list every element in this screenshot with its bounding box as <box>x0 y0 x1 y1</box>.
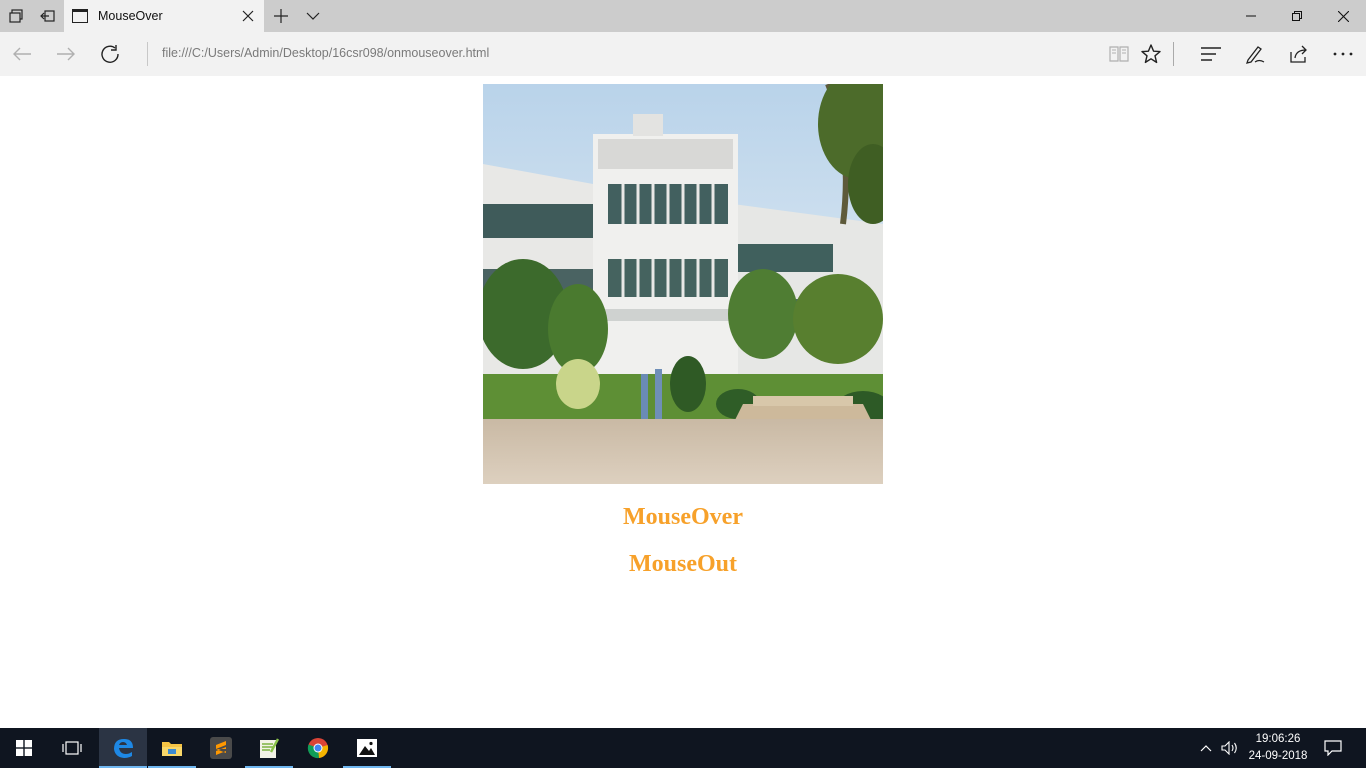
notepad-plus-icon <box>260 738 280 758</box>
page-icon <box>72 9 88 23</box>
share-button[interactable] <box>1277 32 1321 76</box>
taskbar-edge[interactable] <box>99 728 147 768</box>
taskbar-file-explorer[interactable] <box>148 728 196 768</box>
tabs-aside-icon <box>40 10 55 22</box>
toolbar-divider <box>1173 42 1174 66</box>
web-note-button[interactable] <box>1233 32 1277 76</box>
new-tab-button[interactable] <box>265 0 297 32</box>
book-icon <box>1109 46 1129 62</box>
chevron-down-icon <box>306 12 320 20</box>
back-button[interactable] <box>0 32 44 76</box>
task-view-button[interactable] <box>48 728 96 768</box>
close-icon <box>1337 10 1349 22</box>
photos-icon <box>357 739 377 757</box>
web-page: MouseOver MouseOut <box>0 76 1366 728</box>
share-icon <box>1290 45 1307 63</box>
campus-image[interactable] <box>483 84 883 484</box>
windows-start-icon <box>16 740 32 756</box>
edge-icon <box>114 739 133 758</box>
taskbar-notepad-plus[interactable] <box>245 728 293 768</box>
minimize-button[interactable] <box>1228 0 1274 32</box>
tab-mouseover[interactable]: MouseOver <box>64 0 264 32</box>
minimize-icon <box>1246 15 1256 17</box>
refresh-button[interactable] <box>88 32 132 76</box>
mouseout-heading[interactable]: MouseOut <box>0 551 1366 578</box>
refresh-icon <box>101 45 119 63</box>
clock-date: 24-09-2018 <box>1248 750 1308 762</box>
campus-photo <box>483 84 883 484</box>
volume-icon <box>1221 741 1237 755</box>
tab-title: MouseOver <box>98 9 163 23</box>
browser-toolbar: file:///C:/Users/Admin/Desktop/16csr098/… <box>0 32 1366 76</box>
mouseover-heading[interactable]: MouseOver <box>0 504 1366 531</box>
windows-taskbar: 19:06:26 24-09-2018 <box>0 728 1366 768</box>
pen-icon <box>1246 46 1265 64</box>
browser-title-bar: MouseOver <box>0 0 1366 32</box>
plus-icon <box>274 9 288 23</box>
set-tabs-aside-button[interactable] <box>32 0 64 32</box>
start-button[interactable] <box>0 728 48 768</box>
close-icon <box>242 10 254 22</box>
volume-button[interactable] <box>1218 728 1242 768</box>
restore-icon <box>1292 11 1302 21</box>
tab-preview-button[interactable] <box>297 0 329 32</box>
forward-button[interactable] <box>44 32 88 76</box>
close-window-button[interactable] <box>1320 0 1366 32</box>
taskbar-clock[interactable]: 19:06:26 24-09-2018 <box>1240 731 1316 765</box>
tab-actions-button[interactable] <box>0 0 32 32</box>
hub-button[interactable] <box>1189 32 1233 76</box>
taskbar-photos[interactable] <box>343 728 391 768</box>
more-dots-icon <box>1333 52 1353 56</box>
action-center-button[interactable] <box>1320 728 1346 768</box>
tab-close-button[interactable] <box>232 0 264 32</box>
clock-time: 19:06:26 <box>1255 733 1301 745</box>
tab-stack-icon <box>9 9 23 23</box>
chrome-icon <box>307 738 329 759</box>
restore-button[interactable] <box>1274 0 1320 32</box>
taskbar-chrome[interactable] <box>294 728 342 768</box>
sublime-text-icon <box>210 737 232 759</box>
more-button[interactable] <box>1321 32 1365 76</box>
hub-lines-icon <box>1201 47 1221 61</box>
show-hidden-icons-button[interactable] <box>1196 728 1216 768</box>
file-explorer-icon <box>162 742 182 756</box>
address-bar[interactable]: file:///C:/Users/Admin/Desktop/16csr098/… <box>162 46 489 60</box>
notification-icon <box>1324 740 1342 756</box>
task-view-icon <box>62 741 82 755</box>
arrow-right-icon <box>57 47 75 61</box>
favorite-button[interactable] <box>1129 32 1173 76</box>
address-divider <box>147 42 148 66</box>
taskbar-sublime-text[interactable] <box>197 728 245 768</box>
arrow-left-icon <box>13 47 31 61</box>
chevron-up-icon <box>1200 745 1212 752</box>
star-icon <box>1141 44 1161 64</box>
